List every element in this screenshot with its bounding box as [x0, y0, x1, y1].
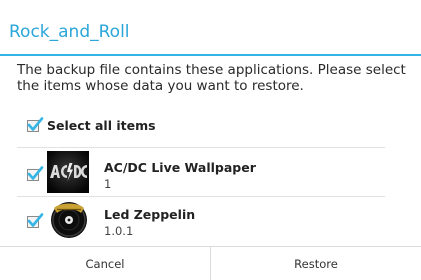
select-all-checkbox[interactable] — [27, 117, 44, 132]
acdc-logo-icon — [47, 151, 89, 193]
checkmark-icon — [27, 117, 44, 131]
button-bar: Cancel Restore — [0, 246, 421, 280]
led-zeppelin-logo-icon — [48, 198, 90, 240]
checkmark-icon — [27, 213, 44, 227]
select-all-label[interactable]: Select all items — [47, 118, 156, 133]
title-divider — [0, 54, 421, 56]
app-name: AC/DC Live Wallpaper — [104, 160, 256, 175]
app-name: Led Zeppelin — [104, 207, 196, 222]
dialog-message: The backup file contains these applicati… — [17, 62, 406, 94]
cancel-button[interactable]: Cancel — [0, 247, 210, 280]
list-divider — [17, 147, 385, 148]
app-version: 1 — [104, 177, 112, 191]
list-divider — [17, 196, 385, 197]
app-version: 1.0.1 — [104, 224, 134, 238]
checkmark-icon — [27, 166, 44, 180]
restore-button[interactable]: Restore — [211, 247, 421, 280]
app-checkbox-acdc[interactable] — [27, 166, 44, 181]
dialog-title: Rock_and_Roll — [9, 22, 130, 42]
app-checkbox-led-zeppelin[interactable] — [27, 213, 44, 228]
restore-dialog: Rock_and_Roll The backup file contains t… — [0, 0, 421, 280]
